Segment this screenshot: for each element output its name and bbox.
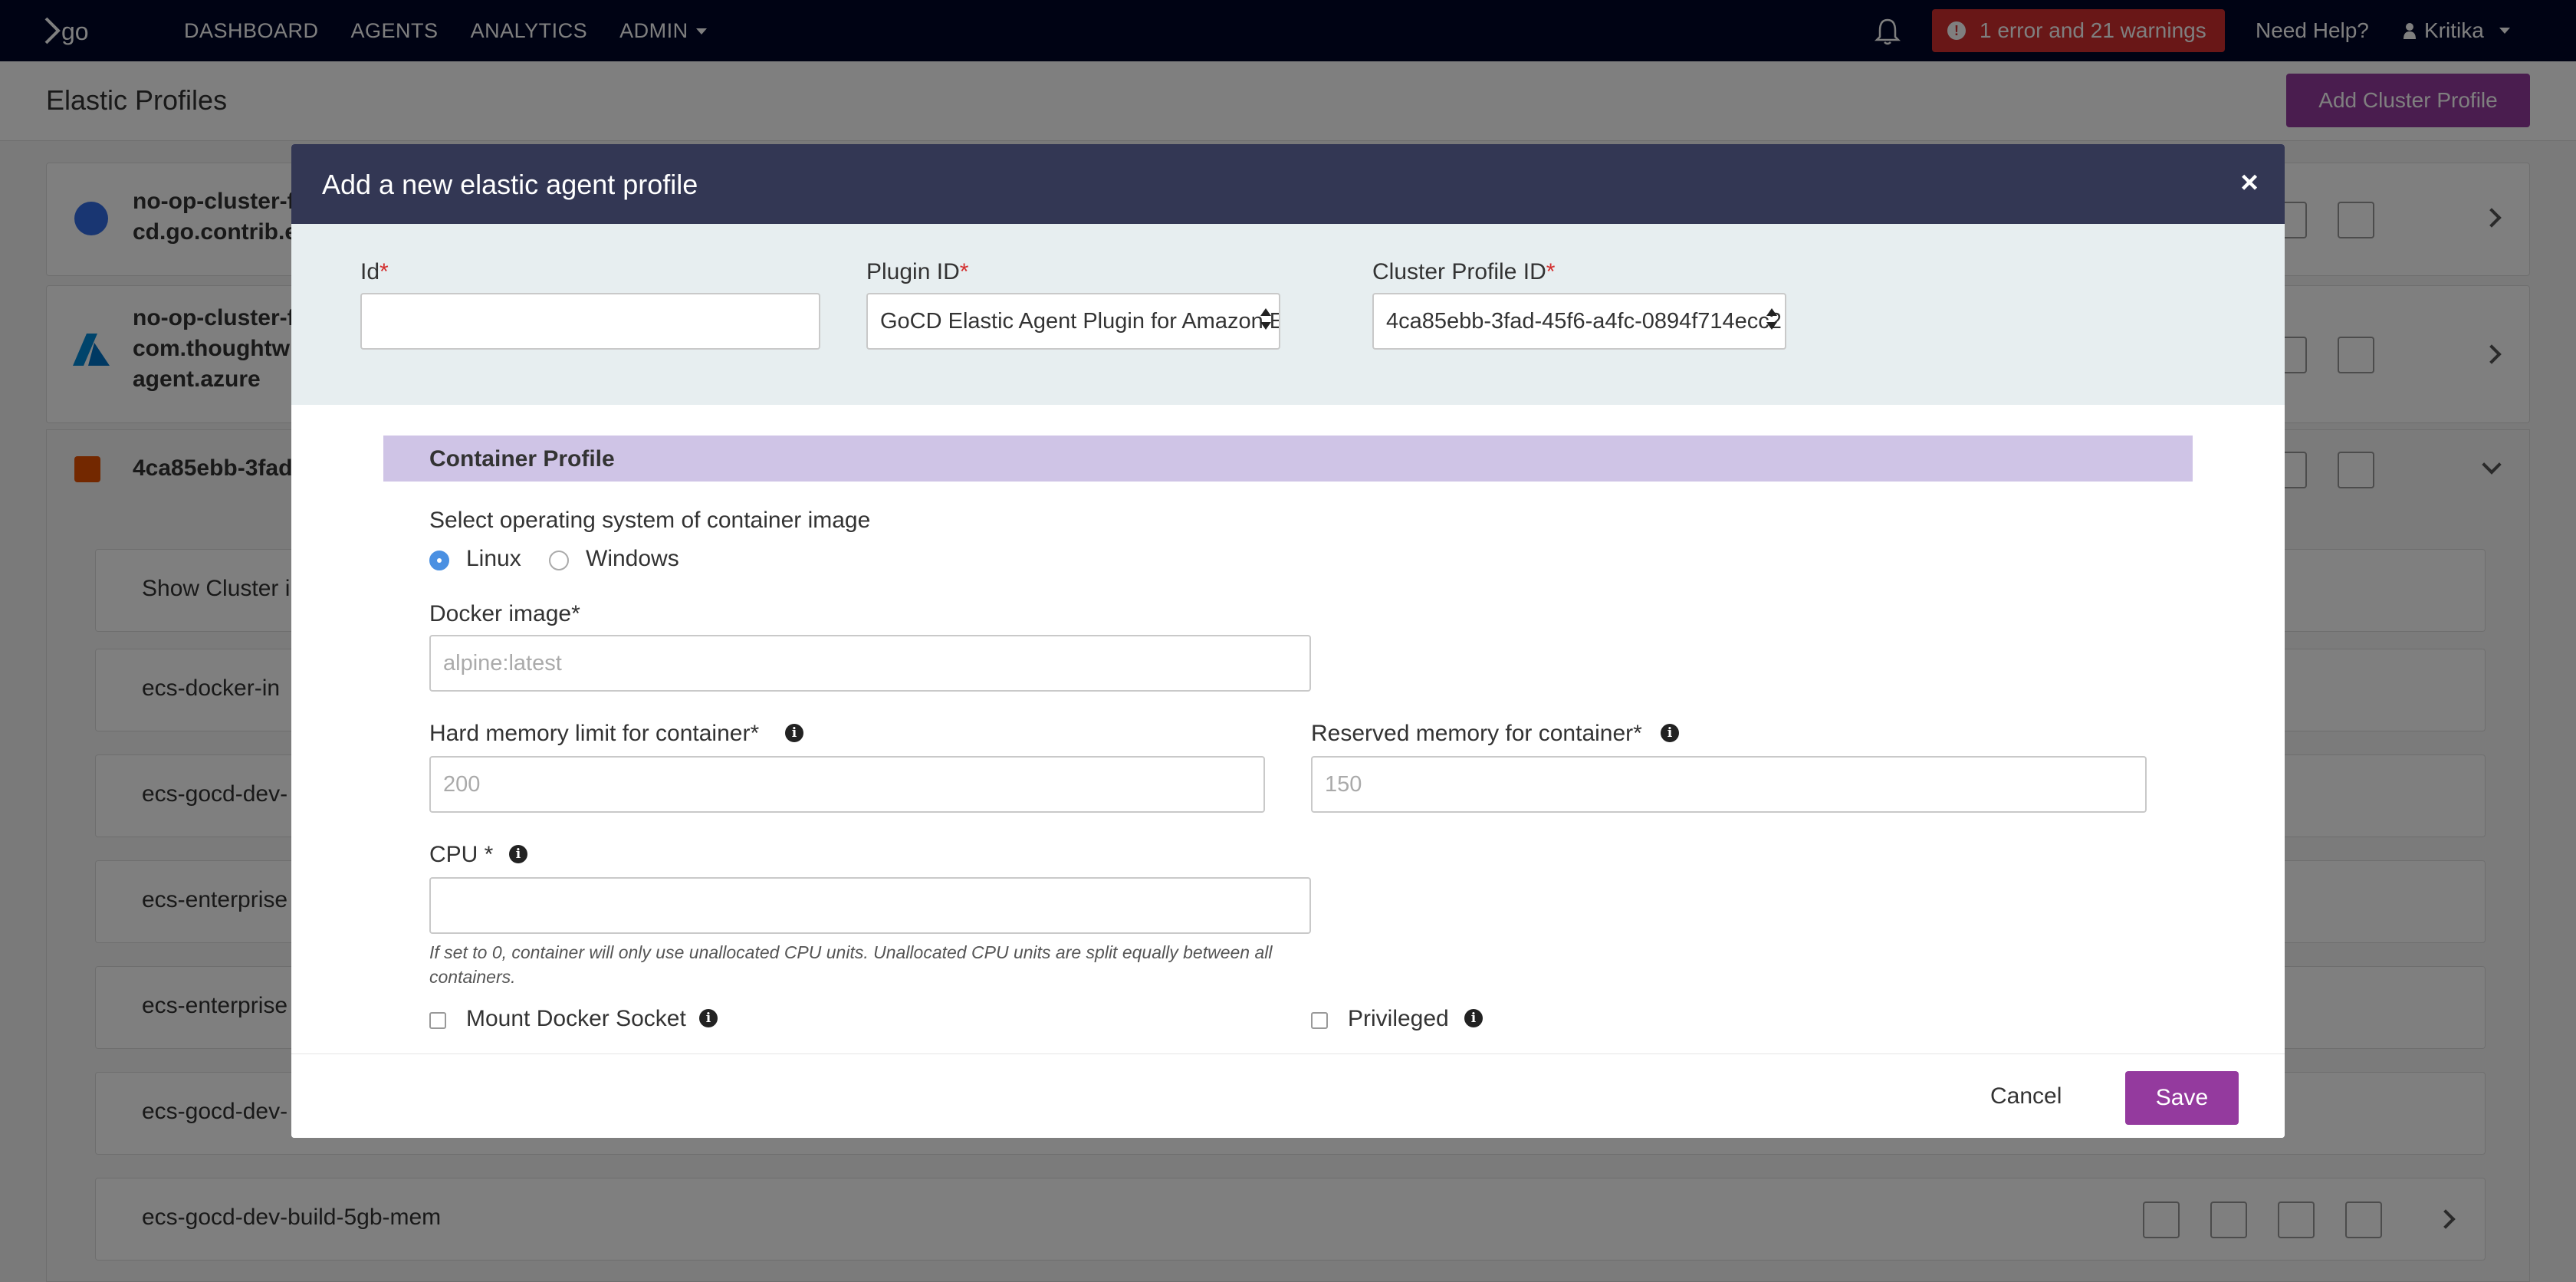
info-icon[interactable]: i (1464, 1009, 1483, 1027)
info-icon[interactable]: i (699, 1009, 718, 1027)
os-label: Select operating system of container ima… (429, 508, 871, 533)
select-arrows-icon (1260, 308, 1271, 333)
info-icon[interactable]: i (785, 724, 803, 742)
cpu-label: CPU * (429, 842, 494, 867)
modal-header: Add a new elastic agent profile × (291, 144, 2285, 224)
hard-memory-label: Hard memory limit for container* (429, 721, 760, 746)
linux-label[interactable]: Linux (466, 546, 521, 572)
info-icon[interactable]: i (509, 845, 527, 863)
cluster-profile-id-value: 4ca85ebb-3fad-45f6-a4fc-0894f714ecc2 (1386, 308, 1782, 334)
close-icon[interactable]: × (2234, 167, 2265, 198)
reserved-memory-placeholder: 150 (1325, 771, 1362, 797)
mount-docker-socket-checkbox[interactable] (429, 1012, 446, 1029)
privileged-checkbox[interactable] (1311, 1012, 1328, 1029)
docker-image-input[interactable]: alpine:latest (429, 635, 1311, 692)
modal-title: Add a new elastic agent profile (322, 169, 698, 200)
windows-radio[interactable] (549, 551, 569, 570)
cancel-button[interactable]: Cancel (1990, 1083, 2062, 1109)
section-title: Container Profile (429, 446, 615, 472)
hard-memory-input[interactable]: 200 (429, 756, 1265, 813)
reserved-memory-input[interactable]: 150 (1311, 756, 2147, 813)
cluster-profile-id-label: Cluster Profile ID* (1372, 259, 1556, 284)
modal-footer: Cancel Save (291, 1054, 2285, 1138)
profile-identity-fields: Id* Plugin ID* GoCD Elastic Agent Plugin… (291, 224, 2285, 405)
privileged-label[interactable]: Privileged (1348, 1006, 1449, 1032)
plugin-id-value: GoCD Elastic Agent Plugin for Amazon ECS (880, 308, 1280, 334)
docker-image-placeholder: alpine:latest (443, 650, 562, 676)
cluster-profile-id-select[interactable]: 4ca85ebb-3fad-45f6-a4fc-0894f714ecc2 (1372, 293, 1786, 350)
info-icon[interactable]: i (1661, 724, 1679, 742)
docker-image-label: Docker image* (429, 601, 580, 626)
select-arrows-icon (1766, 308, 1777, 333)
profile-properties-form[interactable]: Container Profile Select operating syste… (291, 405, 2285, 1034)
plugin-id-label: Plugin ID* (866, 259, 969, 284)
reserved-memory-label: Reserved memory for container* (1311, 721, 1642, 746)
cpu-input[interactable] (429, 877, 1311, 934)
linux-radio[interactable] (429, 551, 449, 570)
save-button[interactable]: Save (2125, 1071, 2239, 1125)
mount-docker-socket-label[interactable]: Mount Docker Socket (466, 1006, 686, 1032)
add-elastic-profile-modal: Add a new elastic agent profile × Id* Pl… (291, 144, 2285, 1138)
section-header: Container Profile (383, 436, 2193, 482)
id-input[interactable] (360, 293, 820, 350)
hard-memory-placeholder: 200 (443, 771, 481, 797)
windows-label[interactable]: Windows (586, 546, 679, 572)
plugin-id-select[interactable]: GoCD Elastic Agent Plugin for Amazon ECS (866, 293, 1280, 350)
cpu-help-text: If set to 0, container will only use una… (429, 942, 1273, 987)
id-label: Id* (360, 259, 389, 284)
